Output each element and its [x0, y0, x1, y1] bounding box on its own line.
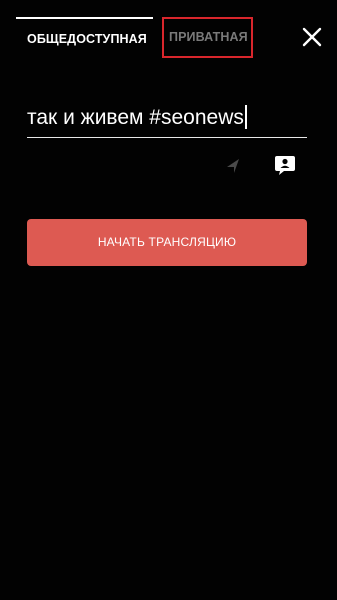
start-broadcast-button[interactable]: НАЧАТЬ ТРАНСЛЯЦИЮ [27, 219, 307, 266]
start-broadcast-label: НАЧАТЬ ТРАНСЛЯЦИЮ [97, 235, 237, 249]
tab-public[interactable]: ОБЩЕДОСТУПНАЯ [16, 17, 153, 59]
tab-private[interactable]: ПРИВАТНАЯ [162, 17, 253, 58]
stream-title-input[interactable]: так и живем #seonews [27, 102, 307, 138]
location-button[interactable] [225, 158, 241, 174]
text-caret [244, 105, 247, 129]
chat-bubble-user-icon [275, 156, 295, 175]
chat-button[interactable] [274, 154, 296, 176]
visibility-tabs: ОБЩЕДОСТУПНАЯ ПРИВАТНАЯ [0, 0, 337, 60]
close-button[interactable] [301, 26, 323, 48]
location-arrow-icon [227, 159, 239, 173]
stream-title-value: так и живем #seonews [27, 106, 244, 129]
tab-public-label: ОБЩЕДОСТУПНАЯ [27, 32, 147, 46]
tab-private-label: ПРИВАТНАЯ [169, 30, 248, 44]
close-icon [302, 27, 322, 47]
broadcast-setup-screen: ОБЩЕДОСТУПНАЯ ПРИВАТНАЯ так и живем #seo… [0, 0, 337, 600]
